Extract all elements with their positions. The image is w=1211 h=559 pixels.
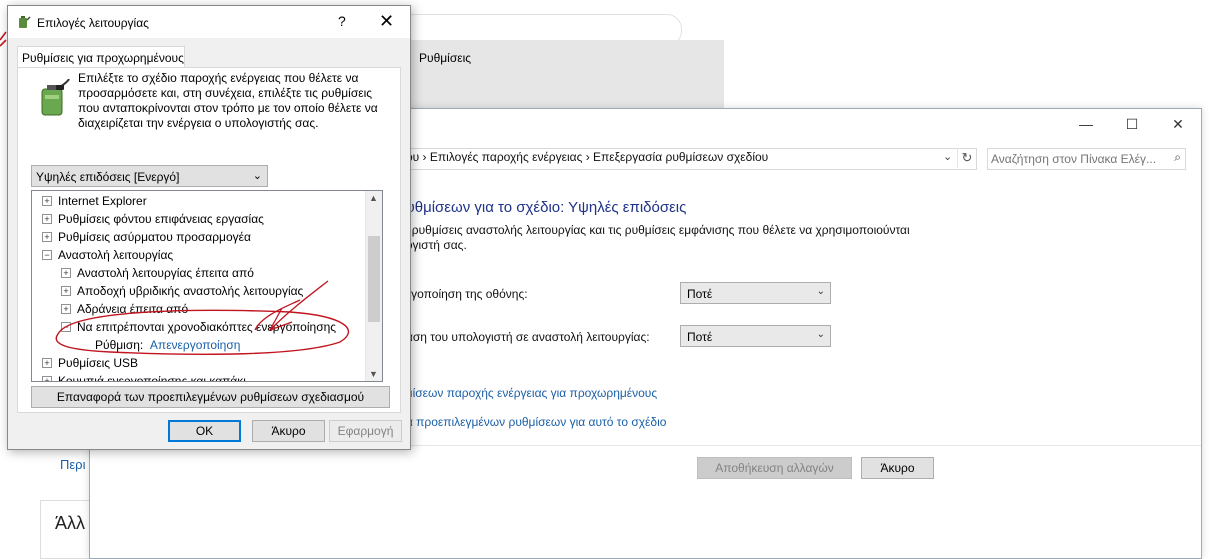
dialog-titlebar[interactable]: Επιλογές λειτουργίας ? ✕	[8, 6, 410, 38]
close-button[interactable]: ✕	[1155, 109, 1201, 139]
restore-defaults-link[interactable]: ρά προεπιλεγμένων ρυθμίσεων για αυτό το …	[399, 415, 666, 429]
tab-label: Ρυθμίσεις για προχωρημένους	[22, 51, 184, 65]
sleep-select[interactable]: Ποτέ ⌄	[680, 325, 831, 347]
scroll-up-icon[interactable]: ▲	[369, 193, 378, 203]
search-icon[interactable]: ⌕	[1174, 150, 1181, 165]
maximize-button[interactable]: ☐	[1109, 109, 1155, 139]
settings-tree[interactable]: + Internet Explorer + Ρυθμίσεις φόντου επι…	[31, 190, 383, 382]
background-link[interactable]: Περι	[60, 457, 85, 472]
expand-icon[interactable]: +	[61, 267, 71, 278]
tree-item[interactable]: + Αναστολή λειτουργίας έπειτα από	[61, 264, 254, 282]
power-options-dialog: Επιλογές λειτουργίας ? ✕ Ρυθμίσεις για π…	[7, 5, 411, 450]
tree-item[interactable]: + Αποδοχή υβριδικής αναστολής λειτουργίας	[61, 282, 303, 300]
tree-scrollbar[interactable]: ▲ ▼	[365, 191, 382, 381]
tree-item[interactable]: + Κουμπιά ενεργοποίησης και καπάκι	[42, 372, 246, 382]
expand-icon[interactable]: +	[42, 231, 52, 242]
tree-item-label: Αναστολή λειτουργίας έπειτα από	[77, 266, 254, 280]
help-button[interactable]: ?	[338, 13, 346, 29]
sleep-label: βαση του υπολογιστή σε αναστολή λειτουργ…	[399, 330, 650, 344]
collapse-icon[interactable]: −	[61, 321, 71, 332]
sleep-value: Ποτέ	[687, 330, 713, 344]
page-title: ρυθμίσεων για το σχέδιο: Υψηλές επιδόσει…	[398, 199, 687, 216]
tree-item[interactable]: + Internet Explorer	[42, 192, 147, 210]
tree-item-wake-timers[interactable]: − Να επιτρέπονται χρονοδιακόπτες ενεργοπο…	[61, 318, 336, 336]
tree-item[interactable]: + Ρυθμίσεις φόντου επιφάνειας εργασίας	[42, 210, 264, 228]
apply-button[interactable]: Εφαρμογή	[329, 420, 402, 442]
tree-item-label: Να επιτρέπονται χρονοδιακόπτες ενεργοποί…	[77, 320, 337, 334]
tree-setting-value[interactable]: Απενεργοποίηση	[150, 338, 241, 352]
expand-icon[interactable]: +	[42, 213, 52, 224]
expand-icon[interactable]: +	[42, 195, 52, 206]
dialog-title: Επιλογές λειτουργίας	[37, 16, 149, 30]
dialog-cancel-button[interactable]: Άκυρο	[252, 420, 325, 442]
expand-icon[interactable]: +	[42, 375, 52, 381]
plan-description-line: λογιστή σας.	[400, 238, 467, 252]
dialog-close-button[interactable]: ✕	[379, 11, 394, 32]
ok-button[interactable]: OK	[168, 420, 241, 442]
plan-select-value: Υψηλές επιδόσεις [Ενεργό]	[36, 170, 180, 184]
tree-item-label: Ρυθμίσεις φόντου επιφάνειας εργασίας	[58, 212, 264, 226]
tree-item[interactable]: + Αδράνεια έπειτα από	[61, 300, 188, 318]
tree-item[interactable]: − Αναστολή λειτουργίας	[42, 246, 173, 264]
power-plan-icon	[19, 16, 31, 28]
expand-icon[interactable]: +	[61, 303, 71, 314]
breadcrumb[interactable]: χου › Επιλογές παροχής ενέργειας › Επεξε…	[400, 150, 768, 164]
tree-item-label: Internet Explorer	[58, 194, 147, 208]
background-card-heading: Άλλ	[55, 513, 86, 533]
plan-description-line: ις ρυθμίσεις αναστολής λειτουργίας και τ…	[400, 223, 910, 237]
cancel-button[interactable]: Άκυρο	[861, 457, 934, 479]
tree-item-label: Ρυθμίσεις USB	[58, 356, 139, 370]
chevron-down-icon: ⌄	[252, 170, 262, 182]
display-off-label: εργοποίηση της οθόνης:	[399, 287, 528, 301]
chevron-down-icon: ⌄	[816, 329, 825, 340]
tree-item[interactable]: + Ρυθμίσεις USB	[42, 354, 138, 372]
save-changes-button[interactable]: Αποθήκευση αλλαγών	[697, 457, 852, 479]
search-input[interactable]	[991, 151, 1161, 166]
restore-defaults-button[interactable]: Επαναφορά των προεπιλεγμένων ρυθμίσεων σ…	[31, 386, 390, 408]
tree-setting-label: Ρύθμιση:	[95, 338, 144, 352]
tree-item-label: Κουμπιά ενεργοποίησης και καπάκι	[58, 374, 246, 382]
tree-item-label: Ρυθμίσεις ασύρματου προσαρμογέα	[58, 230, 251, 244]
plan-select[interactable]: Υψηλές επιδόσεις [Ενεργό] ⌄	[31, 165, 268, 187]
scrollbar-thumb[interactable]	[368, 236, 380, 322]
dialog-intro-text: Επιλέξτε το σχέδιο παροχής ενέργειας που…	[78, 71, 378, 130]
display-off-select[interactable]: Ποτέ ⌄	[680, 282, 831, 304]
tree-setting-row[interactable]: Ρύθμιση: Απενεργοποίηση	[95, 336, 240, 354]
chevron-down-icon: ⌄	[816, 286, 825, 297]
minimize-button[interactable]: —	[1063, 109, 1109, 139]
refresh-icon[interactable]: ↻	[957, 148, 976, 168]
address-dropdown-icon[interactable]: ⌄	[943, 150, 952, 163]
battery-plug-icon	[41, 79, 70, 116]
settings-window-title: Ρυθμίσεις	[419, 51, 472, 65]
plan-description: ις ρυθμίσεις αναστολής λειτουργίας και τ…	[400, 223, 940, 253]
tree-item-label: Αναστολή λειτουργίας	[58, 248, 174, 262]
tree-item[interactable]: + Ρυθμίσεις ασύρματου προσαρμογέα	[42, 228, 251, 246]
expand-icon[interactable]: +	[61, 285, 71, 296]
expand-icon[interactable]: +	[42, 357, 52, 368]
tree-item-label: Αδράνεια έπειτα από	[77, 302, 189, 316]
advanced-settings-link[interactable]: θμίσεων παροχής ενέργειας για προχωρημέν…	[399, 386, 657, 400]
scroll-down-icon[interactable]: ▼	[369, 369, 378, 379]
tab-advanced-settings[interactable]: Ρυθμίσεις για προχωρημένους	[17, 46, 185, 68]
collapse-icon[interactable]: −	[42, 249, 52, 260]
display-off-value: Ποτέ	[687, 287, 713, 301]
tree-item-label: Αποδοχή υβριδικής αναστολής λειτουργίας	[77, 284, 304, 298]
control-panel-search[interactable]: ⌕	[987, 148, 1186, 170]
